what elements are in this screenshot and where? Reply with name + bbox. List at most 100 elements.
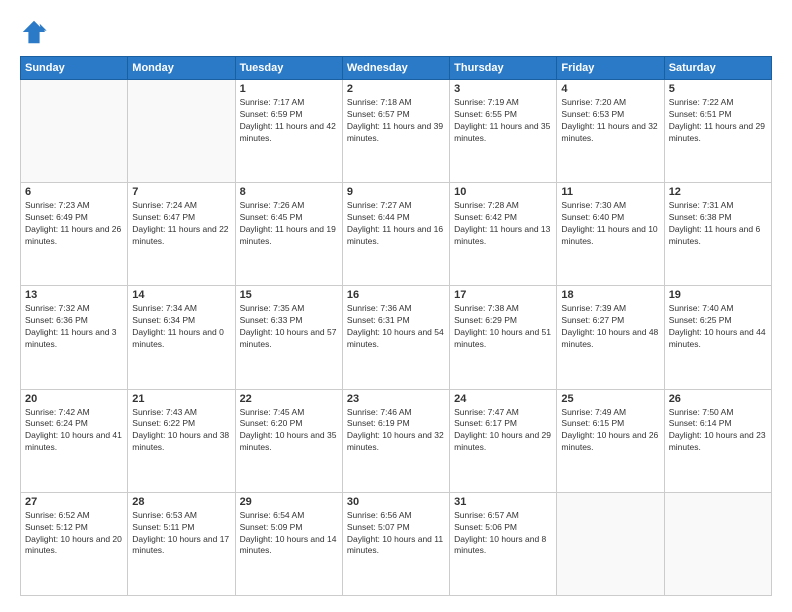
day-number: 17 <box>454 289 552 301</box>
day-number: 4 <box>561 83 659 95</box>
day-number: 23 <box>347 393 445 405</box>
header-day-wednesday: Wednesday <box>342 57 449 80</box>
day-number: 5 <box>669 83 767 95</box>
day-number: 14 <box>132 289 230 301</box>
day-number: 11 <box>561 186 659 198</box>
day-number: 10 <box>454 186 552 198</box>
cell-info: Sunrise: 7:27 AM Sunset: 6:44 PM Dayligh… <box>347 200 445 248</box>
calendar-cell <box>557 492 664 595</box>
cell-info: Sunrise: 6:53 AM Sunset: 5:11 PM Dayligh… <box>132 510 230 558</box>
day-number: 28 <box>132 496 230 508</box>
calendar-week-0: 1Sunrise: 7:17 AM Sunset: 6:59 PM Daylig… <box>21 80 772 183</box>
day-number: 12 <box>669 186 767 198</box>
calendar-cell: 22Sunrise: 7:45 AM Sunset: 6:20 PM Dayli… <box>235 389 342 492</box>
day-number: 6 <box>25 186 123 198</box>
day-number: 22 <box>240 393 338 405</box>
calendar-week-2: 13Sunrise: 7:32 AM Sunset: 6:36 PM Dayli… <box>21 286 772 389</box>
day-number: 21 <box>132 393 230 405</box>
cell-info: Sunrise: 7:49 AM Sunset: 6:15 PM Dayligh… <box>561 407 659 455</box>
header-day-sunday: Sunday <box>21 57 128 80</box>
page: SundayMondayTuesdayWednesdayThursdayFrid… <box>0 0 792 612</box>
day-number: 3 <box>454 83 552 95</box>
calendar-cell: 31 Sunrise: 6:57 AM Sunset: 5:06 PM Dayli… <box>450 492 557 595</box>
calendar-cell: 6 Sunrise: 7:23 AM Sunset: 6:49 PM Daylig… <box>21 183 128 286</box>
day-number: 26 <box>669 393 767 405</box>
calendar-cell: 18 Sunrise: 7:39 AM Sunset: 6:27 PM Dayli… <box>557 286 664 389</box>
cell-info: Sunrise: 6:52 AM Sunset: 5:12 PM Dayligh… <box>25 510 123 558</box>
logo <box>20 16 50 46</box>
cell-info: Sunrise: 7:35 AM Sunset: 6:33 PM Dayligh… <box>240 303 338 351</box>
calendar-cell: 8 Sunrise: 7:26 AM Sunset: 6:45 PM Daylig… <box>235 183 342 286</box>
calendar-cell: 7 Sunrise: 7:24 AM Sunset: 6:47 PM Daylig… <box>128 183 235 286</box>
cell-info: Sunrise: 6:57 AM Sunset: 5:06 PM Dayligh… <box>454 510 552 558</box>
calendar-cell: 1Sunrise: 7:17 AM Sunset: 6:59 PM Daylig… <box>235 80 342 183</box>
cell-info: Sunrise: 7:46 AM Sunset: 6:19 PM Dayligh… <box>347 407 445 455</box>
day-number: 29 <box>240 496 338 508</box>
calendar-cell: 30 Sunrise: 6:56 AM Sunset: 5:07 PM Dayli… <box>342 492 449 595</box>
calendar-cell: 20 Sunrise: 7:42 AM Sunset: 6:24 PM Dayli… <box>21 389 128 492</box>
cell-info: Sunrise: 7:42 AM Sunset: 6:24 PM Dayligh… <box>25 407 123 455</box>
header-day-thursday: Thursday <box>450 57 557 80</box>
calendar-cell: 14 Sunrise: 7:34 AM Sunset: 6:34 PM Dayli… <box>128 286 235 389</box>
calendar-cell: 21 Sunrise: 7:43 AM Sunset: 6:22 PM Dayli… <box>128 389 235 492</box>
cell-info: Sunrise: 7:47 AM Sunset: 6:17 PM Dayligh… <box>454 407 552 455</box>
day-number: 20 <box>25 393 123 405</box>
cell-info: Sunrise: 7:31 AM Sunset: 6:38 PM Dayligh… <box>669 200 767 248</box>
cell-info: Sunrise: 7:19 AM Sunset: 6:55 PM Dayligh… <box>454 97 552 145</box>
calendar-cell: 27 Sunrise: 6:52 AM Sunset: 5:12 PM Dayli… <box>21 492 128 595</box>
day-number: 1 <box>240 83 338 95</box>
header-day-tuesday: Tuesday <box>235 57 342 80</box>
calendar-cell: 12 Sunrise: 7:31 AM Sunset: 6:38 PM Dayli… <box>664 183 771 286</box>
calendar-cell: 17Sunrise: 7:38 AM Sunset: 6:29 PM Dayli… <box>450 286 557 389</box>
cell-info: Sunrise: 7:36 AM Sunset: 6:31 PM Dayligh… <box>347 303 445 351</box>
cell-info: Sunrise: 7:18 AM Sunset: 6:57 PM Dayligh… <box>347 97 445 145</box>
calendar-week-4: 27 Sunrise: 6:52 AM Sunset: 5:12 PM Dayli… <box>21 492 772 595</box>
calendar-cell <box>128 80 235 183</box>
cell-info: Sunrise: 7:32 AM Sunset: 6:36 PM Dayligh… <box>25 303 123 351</box>
calendar-week-1: 6 Sunrise: 7:23 AM Sunset: 6:49 PM Daylig… <box>21 183 772 286</box>
calendar-cell: 29Sunrise: 6:54 AM Sunset: 5:09 PM Dayli… <box>235 492 342 595</box>
day-number: 15 <box>240 289 338 301</box>
day-number: 8 <box>240 186 338 198</box>
calendar-cell <box>21 80 128 183</box>
day-number: 30 <box>347 496 445 508</box>
cell-info: Sunrise: 7:39 AM Sunset: 6:27 PM Dayligh… <box>561 303 659 351</box>
calendar-cell: 26 Sunrise: 7:50 AM Sunset: 6:14 PM Dayli… <box>664 389 771 492</box>
calendar-cell: 13Sunrise: 7:32 AM Sunset: 6:36 PM Dayli… <box>21 286 128 389</box>
day-number: 25 <box>561 393 659 405</box>
day-number: 16 <box>347 289 445 301</box>
day-number: 31 <box>454 496 552 508</box>
day-number: 27 <box>25 496 123 508</box>
day-number: 18 <box>561 289 659 301</box>
calendar-cell: 2Sunrise: 7:18 AM Sunset: 6:57 PM Daylig… <box>342 80 449 183</box>
cell-info: Sunrise: 7:23 AM Sunset: 6:49 PM Dayligh… <box>25 200 123 248</box>
calendar-cell: 16 Sunrise: 7:36 AM Sunset: 6:31 PM Dayli… <box>342 286 449 389</box>
day-number: 7 <box>132 186 230 198</box>
calendar-table: SundayMondayTuesdayWednesdayThursdayFrid… <box>20 56 772 596</box>
calendar-cell: 28 Sunrise: 6:53 AM Sunset: 5:11 PM Dayli… <box>128 492 235 595</box>
calendar-cell: 3 Sunrise: 7:19 AM Sunset: 6:55 PM Daylig… <box>450 80 557 183</box>
cell-info: Sunrise: 7:34 AM Sunset: 6:34 PM Dayligh… <box>132 303 230 351</box>
calendar-cell: 25 Sunrise: 7:49 AM Sunset: 6:15 PM Dayli… <box>557 389 664 492</box>
calendar-cell: 4Sunrise: 7:20 AM Sunset: 6:53 PM Daylig… <box>557 80 664 183</box>
logo-icon <box>20 18 48 46</box>
cell-info: Sunrise: 7:24 AM Sunset: 6:47 PM Dayligh… <box>132 200 230 248</box>
calendar-cell: 15 Sunrise: 7:35 AM Sunset: 6:33 PM Dayli… <box>235 286 342 389</box>
cell-info: Sunrise: 6:56 AM Sunset: 5:07 PM Dayligh… <box>347 510 445 558</box>
cell-info: Sunrise: 7:30 AM Sunset: 6:40 PM Dayligh… <box>561 200 659 248</box>
calendar-cell: 11 Sunrise: 7:30 AM Sunset: 6:40 PM Dayli… <box>557 183 664 286</box>
cell-info: Sunrise: 7:28 AM Sunset: 6:42 PM Dayligh… <box>454 200 552 248</box>
cell-info: Sunrise: 7:40 AM Sunset: 6:25 PM Dayligh… <box>669 303 767 351</box>
cell-info: Sunrise: 7:22 AM Sunset: 6:51 PM Dayligh… <box>669 97 767 145</box>
cell-info: Sunrise: 7:50 AM Sunset: 6:14 PM Dayligh… <box>669 407 767 455</box>
calendar-cell: 24Sunrise: 7:47 AM Sunset: 6:17 PM Dayli… <box>450 389 557 492</box>
header-day-monday: Monday <box>128 57 235 80</box>
cell-info: Sunrise: 7:43 AM Sunset: 6:22 PM Dayligh… <box>132 407 230 455</box>
calendar-cell: 9Sunrise: 7:27 AM Sunset: 6:44 PM Daylig… <box>342 183 449 286</box>
cell-info: Sunrise: 7:26 AM Sunset: 6:45 PM Dayligh… <box>240 200 338 248</box>
header-day-friday: Friday <box>557 57 664 80</box>
header-day-saturday: Saturday <box>664 57 771 80</box>
calendar-cell <box>664 492 771 595</box>
day-number: 19 <box>669 289 767 301</box>
calendar-cell: 23 Sunrise: 7:46 AM Sunset: 6:19 PM Dayli… <box>342 389 449 492</box>
